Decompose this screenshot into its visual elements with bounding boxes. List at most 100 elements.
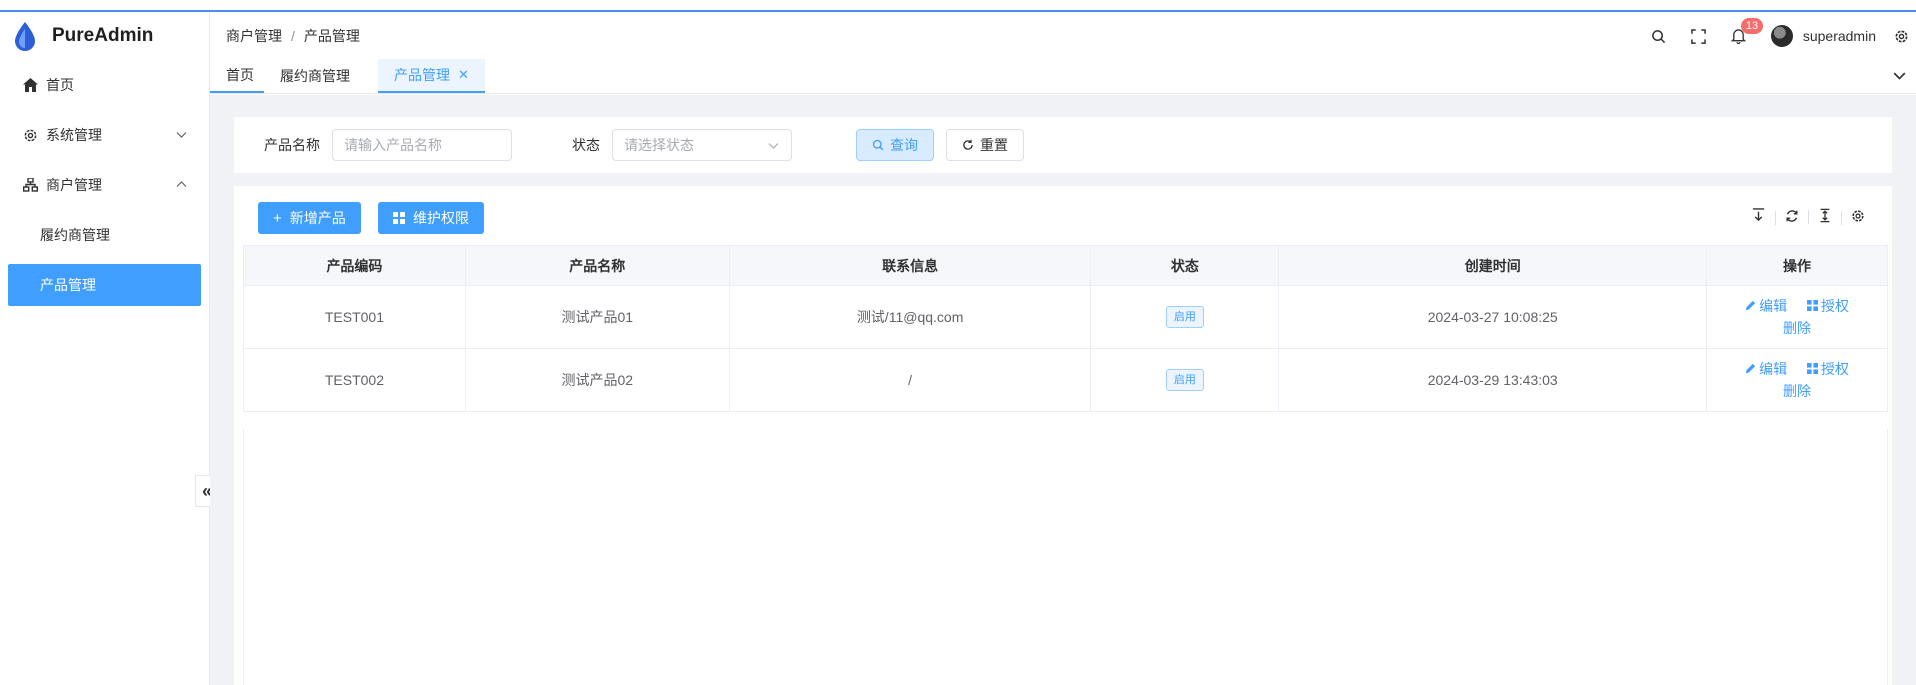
sidebar-subitem-product[interactable]: 产品管理 [8, 264, 201, 306]
status-select[interactable]: 请选择状态 [612, 129, 792, 161]
refresh-icon [1785, 209, 1798, 222]
top-bar-line [0, 0, 1916, 12]
status-label: 状态 [572, 137, 600, 153]
align-bottom-icon [1752, 208, 1765, 222]
column-header: 产品名称 [464, 245, 730, 286]
notification-button[interactable]: 13 [1719, 12, 1764, 60]
search-icon [1652, 29, 1666, 43]
edit-link[interactable]: 编辑 [1745, 358, 1787, 380]
user-menu[interactable]: superadmin [1770, 25, 1876, 47]
username: superadmin [1802, 28, 1876, 44]
row-actions: 编辑 授权 删除 [1707, 358, 1887, 403]
edit-link[interactable]: 编辑 [1745, 295, 1787, 317]
product-name-input[interactable]: 请输入产品名称 [332, 129, 512, 161]
grid-icon [393, 212, 405, 224]
logo-icon [15, 22, 35, 51]
status-placeholder: 请选择状态 [624, 137, 694, 153]
breadcrumb: 商户管理 / 产品管理 [226, 26, 360, 46]
table-row: TEST001 测试产品01 测试/11@qq.com 启用 2024-03-2… [243, 285, 1888, 349]
sidebar: PureAdmin 首页 系统管理 商户管理 履约商管理 产品管理 [0, 12, 210, 685]
column-header: 联系信息 [728, 245, 1092, 286]
sidebar-item-home[interactable]: 首页 [0, 60, 209, 110]
column-header: 创建时间 [1278, 245, 1708, 286]
tab-label: 首页 [226, 67, 254, 83]
cell-code: TEST001 [243, 285, 466, 349]
search-button[interactable] [1639, 12, 1679, 60]
tab-home[interactable]: 首页 [210, 59, 264, 93]
density-button[interactable] [1742, 208, 1775, 223]
sidebar-item-label: 系统管理 [46, 127, 102, 143]
authorize-label: 授权 [1820, 360, 1849, 377]
expand-rows-button[interactable] [1808, 208, 1841, 224]
settings-button[interactable] [1886, 12, 1916, 60]
table-toolbar [1742, 208, 1874, 225]
product-name-placeholder: 请输入产品名称 [344, 137, 442, 153]
refresh-icon [963, 139, 973, 150]
query-button[interactable]: 查询 [856, 129, 934, 161]
logo[interactable]: PureAdmin [0, 12, 209, 60]
breadcrumb-item[interactable]: 商户管理 [226, 26, 282, 46]
edit-label: 编辑 [1759, 360, 1788, 377]
refresh-button[interactable] [1775, 209, 1808, 225]
add-product-label: 新增产品 [289, 210, 346, 226]
delete-link[interactable]: 删除 [1783, 317, 1811, 339]
row-actions: 编辑 授权 删除 [1707, 295, 1887, 340]
header: 商户管理 / 产品管理 13 superadmin [210, 12, 1916, 60]
table-row: TEST002 测试产品02 / 启用 2024-03-29 13:43:03 … [243, 348, 1888, 412]
query-button-label: 查询 [890, 137, 918, 153]
table-empty-area [243, 429, 1888, 685]
chevron-down-icon [768, 143, 779, 149]
search-icon [872, 139, 884, 151]
header-actions: 13 superadmin [1639, 12, 1916, 60]
grid-icon [1806, 300, 1818, 312]
cell-code: TEST002 [243, 348, 466, 412]
add-product-button[interactable]: + 新增产品 [258, 202, 361, 234]
cell-created: 2024-03-29 13:43:03 [1278, 348, 1708, 412]
edit-icon [1746, 364, 1756, 374]
tab-product[interactable]: 产品管理 ✕ [378, 59, 485, 93]
authorize-label: 授权 [1820, 297, 1849, 314]
org-chart-icon [22, 177, 38, 193]
tab-label: 产品管理 [394, 67, 450, 83]
delete-link[interactable]: 删除 [1783, 380, 1811, 402]
cell-created: 2024-03-27 10:08:25 [1278, 285, 1708, 349]
cell-contact: 测试/11@qq.com [728, 285, 1092, 349]
sidebar-subitem-fulfillment[interactable]: 履约商管理 [0, 210, 209, 260]
main-content: 产品名称 请输入产品名称 状态 请选择状态 查询 重置 + 新增产品 维护权限 [210, 95, 1916, 685]
grid-icon [1806, 363, 1818, 375]
cell-name: 测试产品02 [464, 348, 730, 412]
table-header-row: 产品编码 产品名称 联系信息 状态 创建时间 操作 [243, 245, 1888, 286]
tab-fulfillment[interactable]: 履约商管理 [264, 59, 366, 93]
table-panel: + 新增产品 维护权限 产品编码 产品名称 联系信息 状态 创建时间 操作 TE… [234, 186, 1892, 685]
sidebar-item-system[interactable]: 系统管理 [0, 110, 209, 160]
cell-status: 启用 [1090, 285, 1280, 349]
column-header: 状态 [1090, 245, 1280, 286]
chevron-down-icon[interactable] [1893, 69, 1906, 82]
notification-badge: 13 [1740, 18, 1764, 34]
breadcrumb-separator: / [291, 28, 295, 44]
expand-vertical-icon [1820, 208, 1829, 223]
sidebar-item-merchant[interactable]: 商户管理 [0, 160, 209, 210]
close-icon[interactable]: ✕ [458, 67, 469, 83]
chevron-up-icon [176, 181, 187, 187]
edit-icon [1746, 301, 1756, 311]
authorize-link[interactable]: 授权 [1806, 295, 1849, 317]
tab-label: 履约商管理 [280, 68, 350, 84]
authorize-link[interactable]: 授权 [1806, 358, 1849, 380]
plus-icon: + [273, 209, 282, 227]
maintain-permission-button[interactable]: 维护权限 [378, 202, 484, 234]
avatar [1770, 25, 1793, 47]
fullscreen-icon [1691, 28, 1707, 44]
sidebar-item-label: 商户管理 [46, 177, 102, 193]
gear-icon [1851, 209, 1864, 222]
gear-icon [1895, 30, 1907, 42]
home-icon [22, 77, 38, 93]
cell-name: 测试产品01 [464, 285, 730, 349]
cell-actions: 编辑 授权 删除 [1706, 348, 1888, 412]
sidebar-item-label: 首页 [46, 77, 74, 93]
fullscreen-button[interactable] [1679, 12, 1719, 60]
reset-button[interactable]: 重置 [946, 129, 1024, 161]
gear-icon [22, 127, 38, 143]
column-settings-button[interactable] [1841, 209, 1874, 225]
product-name-label: 产品名称 [264, 137, 320, 153]
